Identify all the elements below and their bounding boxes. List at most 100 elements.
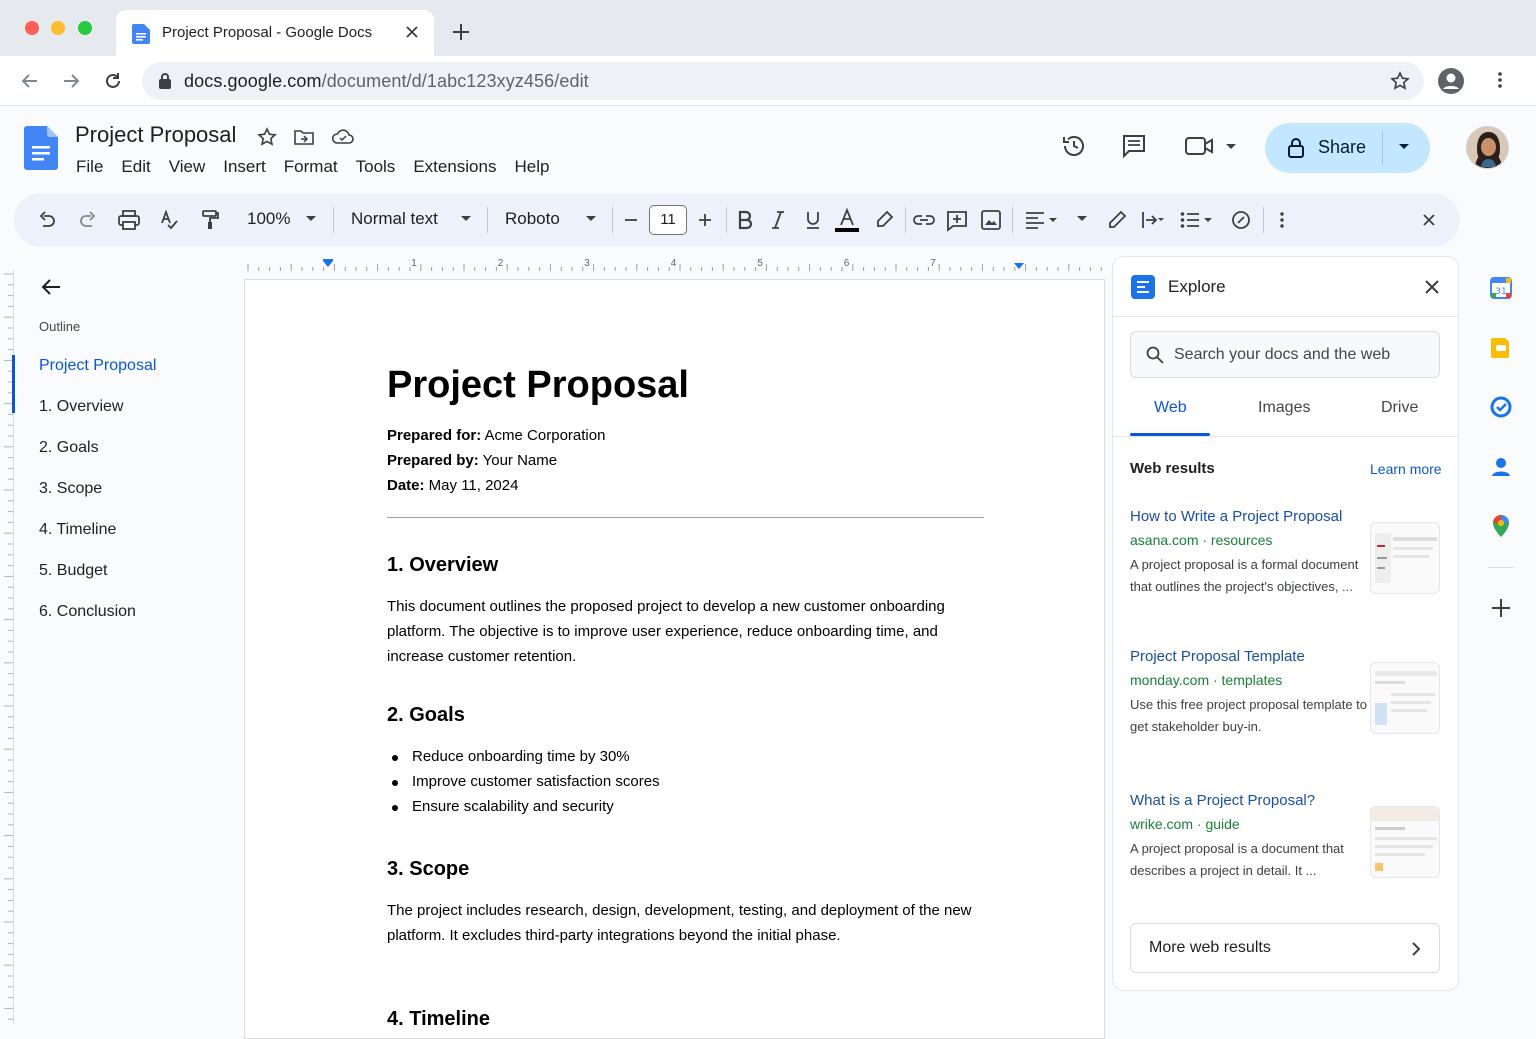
goal-item[interactable]: Reduce onboarding time by 30%	[392, 748, 630, 765]
menu-insert[interactable]: Insert	[223, 157, 266, 177]
explore-search-input[interactable]: Search your docs and the web	[1130, 331, 1440, 378]
font-dropdown-icon[interactable]	[586, 215, 596, 223]
get-add-ons-icon[interactable]	[1490, 597, 1512, 619]
tab-images[interactable]: Images	[1258, 399, 1310, 417]
outline-item-scope[interactable]: 3. Scope	[39, 480, 102, 498]
address-bar[interactable]: docs.google.com/document/d/1abc123xyz456…	[142, 62, 1424, 100]
font-size-input[interactable]: 11	[649, 205, 687, 235]
font-select[interactable]: Roboto	[505, 209, 560, 229]
editing-mode-icon[interactable]	[1107, 210, 1127, 230]
lock-icon[interactable]	[158, 72, 172, 90]
document-page[interactable]: Project Proposal Prepared for: Acme Corp…	[244, 279, 1105, 1039]
docs-logo-icon[interactable]	[24, 126, 58, 170]
more-options-icon[interactable]	[1272, 210, 1292, 230]
browser-profile-icon[interactable]	[1438, 68, 1464, 94]
zoom-select[interactable]: 100%	[247, 209, 290, 229]
overview-paragraph[interactable]: This document outlines the proposed proj…	[387, 594, 977, 669]
result-title-link[interactable]: Project Proposal Template	[1130, 648, 1305, 665]
minimize-window-button[interactable]	[51, 21, 65, 35]
scope-paragraph[interactable]: The project includes research, design, d…	[387, 898, 977, 948]
comments-icon[interactable]	[1121, 133, 1147, 159]
highlight-color-icon[interactable]	[874, 210, 894, 230]
outline-item-goals[interactable]: 2. Goals	[39, 439, 99, 457]
hide-menus-close-icon[interactable]	[1419, 210, 1439, 230]
document-heading[interactable]: Project Proposal	[387, 364, 689, 407]
tab-drive[interactable]: Drive	[1381, 399, 1418, 417]
browser-menu-icon[interactable]	[1490, 70, 1510, 90]
undo-icon[interactable]	[37, 210, 57, 230]
star-icon[interactable]	[257, 127, 277, 147]
share-button[interactable]: Share	[1265, 123, 1430, 173]
print-icon[interactable]	[118, 210, 140, 230]
meet-video-icon[interactable]	[1185, 133, 1241, 159]
user-avatar[interactable]	[1466, 126, 1509, 169]
prepared-for-line[interactable]: Prepared for: Acme Corporation	[387, 427, 605, 444]
result-title-link[interactable]: How to Write a Project Proposal	[1130, 508, 1342, 525]
result-title-link[interactable]: What is a Project Proposal?	[1130, 792, 1315, 809]
contacts-icon[interactable]	[1490, 456, 1512, 478]
zoom-dropdown-icon[interactable]	[306, 215, 316, 223]
underline-icon[interactable]	[805, 210, 821, 230]
close-tab-icon[interactable]	[404, 24, 420, 40]
result-thumbnail[interactable]	[1370, 522, 1440, 594]
cloud-saved-icon[interactable]	[331, 127, 355, 147]
back-arrow-icon[interactable]	[20, 71, 40, 91]
menu-help[interactable]: Help	[514, 157, 549, 177]
result-thumbnail[interactable]	[1370, 806, 1440, 878]
italic-icon[interactable]	[771, 210, 785, 230]
indent-icon[interactable]	[1141, 210, 1165, 230]
close-window-button[interactable]	[25, 21, 39, 35]
timeline-heading[interactable]: 4. Timeline	[387, 1008, 490, 1031]
menu-extensions[interactable]: Extensions	[413, 157, 496, 177]
outline-item-conclusion[interactable]: 6. Conclusion	[39, 603, 136, 621]
outline-item-budget[interactable]: 5. Budget	[39, 562, 108, 580]
move-folder-icon[interactable]	[293, 127, 315, 147]
maps-icon[interactable]	[1490, 514, 1512, 538]
left-indent-marker-icon[interactable]	[323, 261, 333, 267]
more-web-results-button[interactable]: More web results	[1130, 923, 1440, 973]
menu-file[interactable]: File	[76, 157, 103, 177]
version-history-icon[interactable]	[1061, 133, 1087, 159]
menu-view[interactable]: View	[169, 157, 206, 177]
tasks-icon[interactable]	[1490, 396, 1512, 418]
line-spacing-dropdown-icon[interactable]	[1077, 215, 1087, 223]
increase-font-size-icon[interactable]	[698, 210, 712, 230]
date-line[interactable]: Date: May 11, 2024	[387, 477, 518, 494]
close-outline-arrow-icon[interactable]	[40, 277, 62, 297]
insert-link-icon[interactable]	[912, 210, 936, 230]
scope-heading[interactable]: 3. Scope	[387, 858, 469, 881]
calendar-icon[interactable]: 31	[1490, 277, 1512, 299]
spellcheck-icon[interactable]	[159, 210, 179, 230]
decrease-font-size-icon[interactable]	[624, 210, 638, 230]
close-explore-icon[interactable]	[1424, 279, 1440, 295]
insert-image-icon[interactable]	[981, 210, 1001, 230]
style-dropdown-icon[interactable]	[461, 215, 471, 223]
bookmark-star-icon[interactable]	[1390, 71, 1410, 91]
document-title[interactable]: Project Proposal	[75, 122, 236, 148]
new-tab-icon[interactable]	[451, 22, 471, 42]
goal-item[interactable]: Ensure scalability and security	[392, 798, 614, 815]
paint-format-icon[interactable]	[200, 210, 220, 230]
menu-tools[interactable]: Tools	[356, 157, 396, 177]
text-color-icon[interactable]	[834, 207, 860, 233]
goal-item[interactable]: Improve customer satisfaction scores	[392, 773, 660, 790]
right-indent-marker-icon[interactable]	[1014, 263, 1024, 269]
tab-web[interactable]: Web	[1154, 399, 1187, 417]
share-dropdown-icon[interactable]	[1397, 142, 1411, 152]
overview-heading[interactable]: 1. Overview	[387, 554, 498, 577]
prepared-by-line[interactable]: Prepared by: Your Name	[387, 452, 557, 469]
result-thumbnail[interactable]	[1370, 662, 1440, 734]
outline-item-overview[interactable]: 1. Overview	[39, 398, 123, 416]
first-line-indent-marker-icon[interactable]	[323, 259, 333, 261]
keep-icon[interactable]	[1490, 337, 1512, 359]
goals-heading[interactable]: 2. Goals	[387, 704, 465, 727]
menu-edit[interactable]: Edit	[121, 157, 150, 177]
paragraph-style-select[interactable]: Normal text	[351, 209, 438, 229]
bold-icon[interactable]	[737, 210, 753, 230]
maximize-window-button[interactable]	[78, 21, 92, 35]
reload-icon[interactable]	[103, 71, 123, 91]
learn-more-link[interactable]: Learn more	[1370, 461, 1442, 477]
menu-format[interactable]: Format	[284, 157, 338, 177]
bulleted-list-icon[interactable]	[1180, 210, 1216, 230]
checklist-icon[interactable]	[1231, 210, 1251, 230]
